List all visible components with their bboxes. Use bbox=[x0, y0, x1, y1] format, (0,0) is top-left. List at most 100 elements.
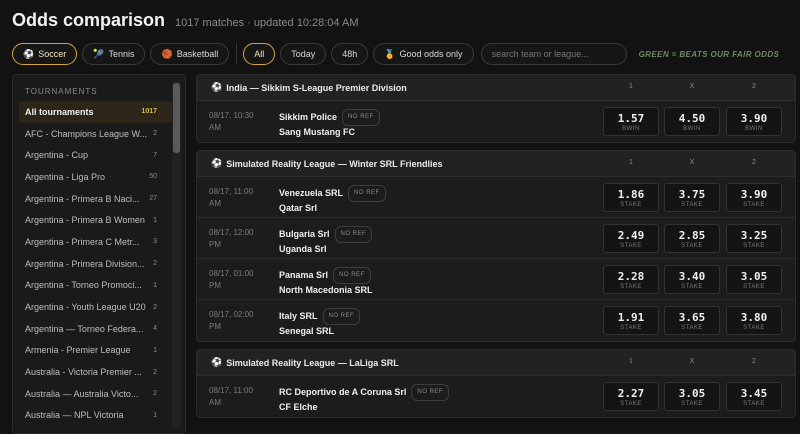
sidebar-item-tournament[interactable]: Argentina - Youth League U20 2 bbox=[13, 296, 173, 318]
time-filter-today[interactable]: Today bbox=[280, 43, 327, 65]
sidebar-item-tournament[interactable]: Argentina - Primera B Naci... 27 bbox=[13, 188, 173, 210]
home-team: Italy SRL NO REF bbox=[279, 308, 361, 325]
odds-away-button[interactable]: 3.45 STAKE bbox=[726, 382, 782, 411]
time-filter-all[interactable]: All bbox=[243, 43, 276, 65]
sidebar-item-tournament[interactable]: Australia — NPL Victoria 1 bbox=[13, 405, 173, 427]
column-header-home: 1 bbox=[629, 358, 633, 365]
match-date: 08/17, 10:30 bbox=[209, 111, 254, 120]
sport-chip-basketball[interactable]: 🏀 Basketball bbox=[150, 43, 230, 65]
soccer-ball-icon: ⚽ bbox=[211, 357, 223, 367]
match-time: 08/17, 11:00 AM bbox=[209, 186, 267, 210]
sidebar-scrollbar[interactable] bbox=[172, 81, 181, 429]
odds-draw-button[interactable]: 3.65 STAKE bbox=[664, 306, 720, 335]
tournament-count: 1017 bbox=[141, 108, 157, 116]
search-input[interactable] bbox=[480, 43, 627, 65]
tournament-name: AFC - Champions League W... bbox=[25, 128, 148, 139]
tournament-sidebar: TOURNAMENTS All tournaments 1017 AFC - Cha… bbox=[12, 74, 186, 434]
sidebar-item-tournament[interactable]: Argentina - Cup 7 bbox=[13, 144, 173, 166]
tournament-name: Argentina - Primera B Women bbox=[25, 215, 145, 226]
sidebar-item-tournament[interactable]: Argentina - Primera B Women 1 bbox=[13, 209, 173, 231]
sidebar-item-tournament[interactable]: Argentina - Primera C Metr... 3 bbox=[13, 231, 173, 253]
away-team: Uganda Srl bbox=[279, 243, 372, 256]
sport-chip-tennis[interactable]: 🎾 Tennis bbox=[82, 43, 146, 65]
bookmaker-label: STAKE bbox=[743, 401, 765, 407]
home-team-name: Italy SRL bbox=[279, 311, 318, 321]
odds-draw-button[interactable]: 3.40 STAKE bbox=[664, 265, 720, 294]
soccer-ball-icon: ⚽ bbox=[23, 48, 35, 59]
odds-home-button[interactable]: 1.91 STAKE bbox=[603, 306, 659, 335]
tournament-count: 1 bbox=[153, 216, 157, 224]
sidebar-item-tournament[interactable]: AFC - Champions League W... 2 bbox=[13, 123, 173, 145]
sidebar-item-tournament[interactable]: Australia - Victoria Premier ... 2 bbox=[13, 361, 173, 383]
league-header[interactable]: ⚽ Simulated Reality League — LaLiga SRL 1 X… bbox=[197, 350, 795, 376]
odds-home-button[interactable]: 2.27 STAKE bbox=[603, 382, 659, 411]
sidebar-item-tournament[interactable]: Armenia - Premier League 1 bbox=[13, 340, 173, 362]
sport-chip-soccer[interactable]: ⚽ Soccer bbox=[12, 43, 78, 65]
match-date: 08/17, 02:00 bbox=[209, 310, 254, 319]
home-team-name: Bulgaria Srl bbox=[279, 229, 330, 239]
sidebar-item-tournament[interactable]: Australia — Australia Victo... 2 bbox=[13, 383, 173, 405]
odds-home-button[interactable]: 1.57 BWIN bbox=[603, 107, 659, 136]
odds-draw-button[interactable]: 3.75 STAKE bbox=[664, 183, 720, 212]
bookmaker-label: STAKE bbox=[620, 202, 642, 208]
tournament-count: 2 bbox=[153, 130, 157, 138]
odds-home-value: 2.28 bbox=[617, 270, 645, 283]
sidebar-item-tournament[interactable]: All tournaments 1017 bbox=[19, 101, 173, 123]
sidebar-item-tournament[interactable]: Argentina — Torneo Federa... 4 bbox=[13, 318, 173, 340]
match-row: 08/17, 10:30 AM Sikkim Police NO REF Sang Mu… bbox=[197, 101, 795, 142]
tournament-count: 2 bbox=[153, 368, 157, 376]
bookmaker-label: STAKE bbox=[681, 325, 703, 331]
column-header-away: 2 bbox=[752, 83, 756, 90]
tournament-name: Argentina - Torneo Promoci... bbox=[25, 280, 142, 291]
column-header-draw: X bbox=[689, 83, 695, 90]
away-team: North Macedonia SRL bbox=[279, 284, 373, 297]
odds-home-button[interactable]: 2.49 STAKE bbox=[603, 224, 659, 253]
match-time: 08/17, 10:30 AM bbox=[209, 110, 267, 134]
odds-draw-button[interactable]: 3.05 STAKE bbox=[664, 382, 720, 411]
bookmaker-label: STAKE bbox=[743, 202, 765, 208]
bookmaker-label: BWIN bbox=[683, 126, 701, 132]
league-header[interactable]: ⚽ India — Sikkim S-League Premier Divisio… bbox=[197, 75, 795, 101]
tournament-name: Argentina - Primera B Naci... bbox=[25, 193, 140, 204]
soccer-ball-icon: ⚽ bbox=[211, 82, 223, 92]
match-ampm: PM bbox=[209, 240, 221, 249]
bookmaker-label: BWIN bbox=[622, 126, 640, 132]
odds-draw-value: 4.50 bbox=[678, 112, 706, 125]
odds-draw-button[interactable]: 4.50 BWIN bbox=[664, 107, 720, 136]
odds-home-value: 1.57 bbox=[617, 112, 645, 125]
good-odds-toggle[interactable]: 🏅 Good odds only bbox=[373, 43, 474, 65]
odds-away-button[interactable]: 3.25 STAKE bbox=[726, 224, 782, 253]
odds-away-value: 3.90 bbox=[740, 112, 768, 125]
odds-away-button[interactable]: 3.80 STAKE bbox=[726, 306, 782, 335]
match-date: 08/17, 11:00 bbox=[209, 386, 253, 395]
sidebar-item-tournament[interactable]: Argentina - Torneo Promoci... 1 bbox=[13, 275, 173, 297]
away-team-name: Qatar Srl bbox=[279, 203, 318, 213]
league-header[interactable]: ⚽ Simulated Reality League — Winter SRL F… bbox=[197, 151, 795, 177]
page-subtitle: 1017 matches · updated 10:28:04 AM bbox=[175, 17, 359, 29]
sidebar-item-tournament[interactable]: Argentina - Liga Pro 50 bbox=[13, 166, 173, 188]
tournament-count: 1 bbox=[153, 346, 157, 354]
odds-away-button[interactable]: 3.05 STAKE bbox=[726, 265, 782, 294]
time-filter-48h[interactable]: 48h bbox=[331, 43, 369, 65]
odds-away-button[interactable]: 3.90 BWIN bbox=[726, 107, 782, 136]
match-row: 08/17, 01:00 PM Panama Srl NO REF North Mace… bbox=[197, 259, 795, 300]
tournament-name: Argentina - Liga Pro bbox=[25, 171, 106, 182]
filter-toolbar: ⚽ Soccer 🎾 Tennis 🏀 Basketball All Today… bbox=[12, 43, 779, 65]
no-ref-badge: NO REF bbox=[411, 384, 450, 401]
odds-home-value: 1.86 bbox=[617, 188, 645, 201]
tournament-name: Argentina - Cup bbox=[25, 150, 89, 161]
match-row: 08/17, 11:00 AM RC Deportivo de A Coruna S… bbox=[197, 376, 795, 417]
sidebar-item-tournament[interactable]: Argentina - Primera Division... 2 bbox=[13, 253, 173, 275]
match-date: 08/17, 12:00 bbox=[209, 228, 254, 237]
tournament-count: 2 bbox=[153, 303, 157, 311]
odds-home-button[interactable]: 1.86 STAKE bbox=[603, 183, 659, 212]
page-header: Odds comparison 1017 matches · updated 1… bbox=[12, 10, 359, 31]
odds-home-button[interactable]: 2.28 STAKE bbox=[603, 265, 659, 294]
odds-away-button[interactable]: 3.90 STAKE bbox=[726, 183, 782, 212]
odds-away-value: 3.45 bbox=[740, 387, 768, 400]
scrollbar-thumb[interactable] bbox=[173, 83, 180, 153]
odds-draw-button[interactable]: 2.85 STAKE bbox=[664, 224, 720, 253]
odds-draw-value: 3.40 bbox=[678, 270, 706, 283]
tournament-count: 7 bbox=[153, 151, 157, 159]
odds-away-value: 3.90 bbox=[740, 188, 768, 201]
